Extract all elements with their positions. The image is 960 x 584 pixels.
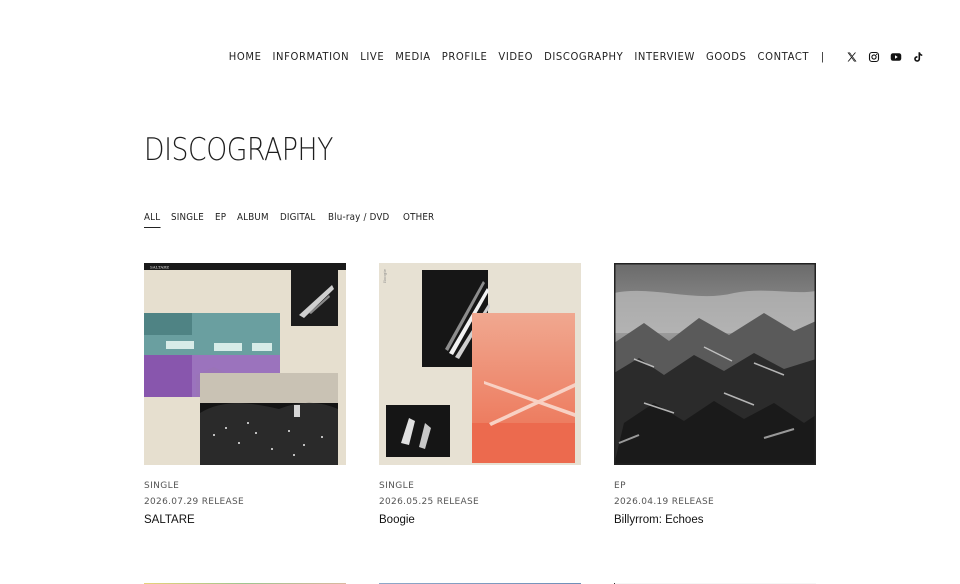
filter-bluray-dvd[interactable]: Blu-ray / DVD (328, 212, 389, 228)
page-title: DISCOGRAPHY (144, 132, 333, 168)
filter-digital[interactable]: DIGITAL (280, 212, 315, 228)
nav-home[interactable]: HOME (229, 51, 262, 63)
nav-video[interactable]: VIDEO (498, 51, 533, 63)
album-cover[interactable] (614, 577, 816, 584)
release-card[interactable]: Boogie SINGLE 2026.05.25 RELEASE Boogie (379, 263, 581, 526)
release-title[interactable]: Billyrrom: Echoes (614, 514, 816, 526)
nav-live[interactable]: LIVE (360, 51, 384, 63)
release-type: SINGLE (379, 481, 415, 491)
release-type: SINGLE (144, 481, 180, 491)
release-card[interactable]: SALTARE SINGLE 2026.07.29 RELEASE SALTAR… (144, 263, 346, 526)
release-title[interactable]: Boogie (379, 514, 581, 526)
main-nav: HOME INFORMATION LIVE MEDIA PROFILE VIDE… (229, 51, 924, 63)
filter-album[interactable]: ALBUM (237, 212, 269, 228)
release-date: 2026.05.25 RELEASE (379, 497, 479, 507)
nav-information[interactable]: INFORMATION (273, 51, 350, 63)
nav-goods[interactable]: GOODS (706, 51, 747, 63)
filter-single[interactable]: SINGLE (171, 212, 204, 228)
category-filters: ALL SINGLE EP ALBUM DIGITAL Blu-ray / DV… (144, 212, 446, 228)
nav-profile[interactable]: PROFILE (442, 51, 488, 63)
nav-media[interactable]: MEDIA (395, 51, 430, 63)
filter-all[interactable]: ALL (144, 212, 161, 228)
album-cover[interactable] (379, 577, 581, 584)
nav-discography[interactable]: DISCOGRAPHY (544, 51, 623, 63)
album-cover[interactable] (144, 577, 346, 584)
nav-contact[interactable]: CONTACT (758, 51, 810, 63)
album-cover-echoes[interactable] (614, 263, 816, 465)
youtube-icon[interactable] (890, 51, 902, 63)
instagram-icon[interactable] (868, 51, 880, 63)
release-type: EP (614, 481, 626, 491)
x-icon[interactable] (846, 51, 858, 63)
tiktok-icon[interactable] (912, 51, 924, 63)
nav-separator: | (821, 51, 824, 63)
release-card[interactable]: EP 2026.04.19 RELEASE Billyrrom: Echoes (614, 263, 816, 526)
cover-text: Boogie (382, 268, 387, 283)
album-cover-boogie[interactable]: Boogie (379, 263, 581, 465)
album-cover-saltare[interactable]: SALTARE (144, 263, 346, 465)
nav-interview[interactable]: INTERVIEW (634, 51, 695, 63)
social-links (836, 51, 924, 63)
filter-other[interactable]: OTHER (403, 212, 434, 228)
release-date: 2026.04.19 RELEASE (614, 497, 714, 507)
release-date: 2026.07.29 RELEASE (144, 497, 244, 507)
cover-text: SALTARE (150, 265, 169, 270)
release-title[interactable]: SALTARE (144, 514, 346, 526)
filter-ep[interactable]: EP (215, 212, 226, 228)
